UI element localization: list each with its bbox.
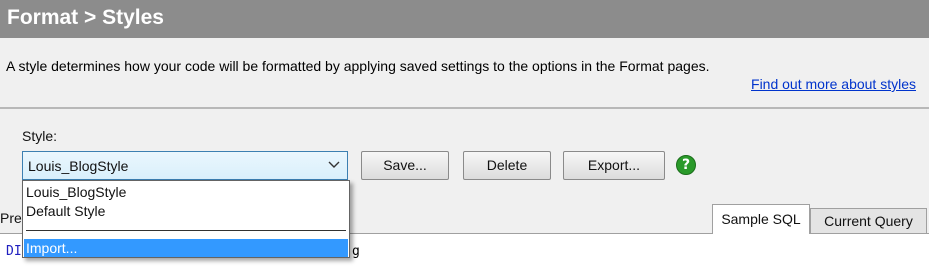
style-combobox-value: Louis_BlogStyle <box>28 158 129 174</box>
style-combobox[interactable]: Louis_BlogStyle <box>22 151 348 180</box>
title-bar: Format > Styles <box>0 0 929 38</box>
tab-current-query[interactable]: Current Query <box>810 208 927 234</box>
tab-sample-sql[interactable]: Sample SQL <box>712 204 810 234</box>
delete-button[interactable]: Delete <box>463 151 551 180</box>
export-button[interactable]: Export... <box>563 151 665 180</box>
section-divider <box>0 107 929 109</box>
dropdown-option-default-style[interactable]: Default Style <box>26 203 105 219</box>
learn-more-link[interactable]: Find out more about styles <box>751 76 916 92</box>
dropdown-separator <box>26 230 346 231</box>
style-label: Style: <box>22 128 58 144</box>
code-preview-text: DI <box>6 244 22 259</box>
chevron-down-icon <box>328 161 340 168</box>
save-button[interactable]: Save... <box>361 151 449 180</box>
preview-label: Pre <box>0 210 22 226</box>
dropdown-option-import[interactable]: Import... <box>24 239 348 257</box>
help-icon[interactable]: ? <box>676 155 696 175</box>
description-text: A style determines how your code will be… <box>6 58 710 74</box>
dropdown-option-louis-blogstyle[interactable]: Louis_BlogStyle <box>26 184 126 200</box>
page-title: Format > Styles <box>7 6 164 29</box>
code-preview-tail: g <box>352 244 360 259</box>
style-dropdown-list: Louis_BlogStyle Default Style Import... <box>22 180 350 258</box>
